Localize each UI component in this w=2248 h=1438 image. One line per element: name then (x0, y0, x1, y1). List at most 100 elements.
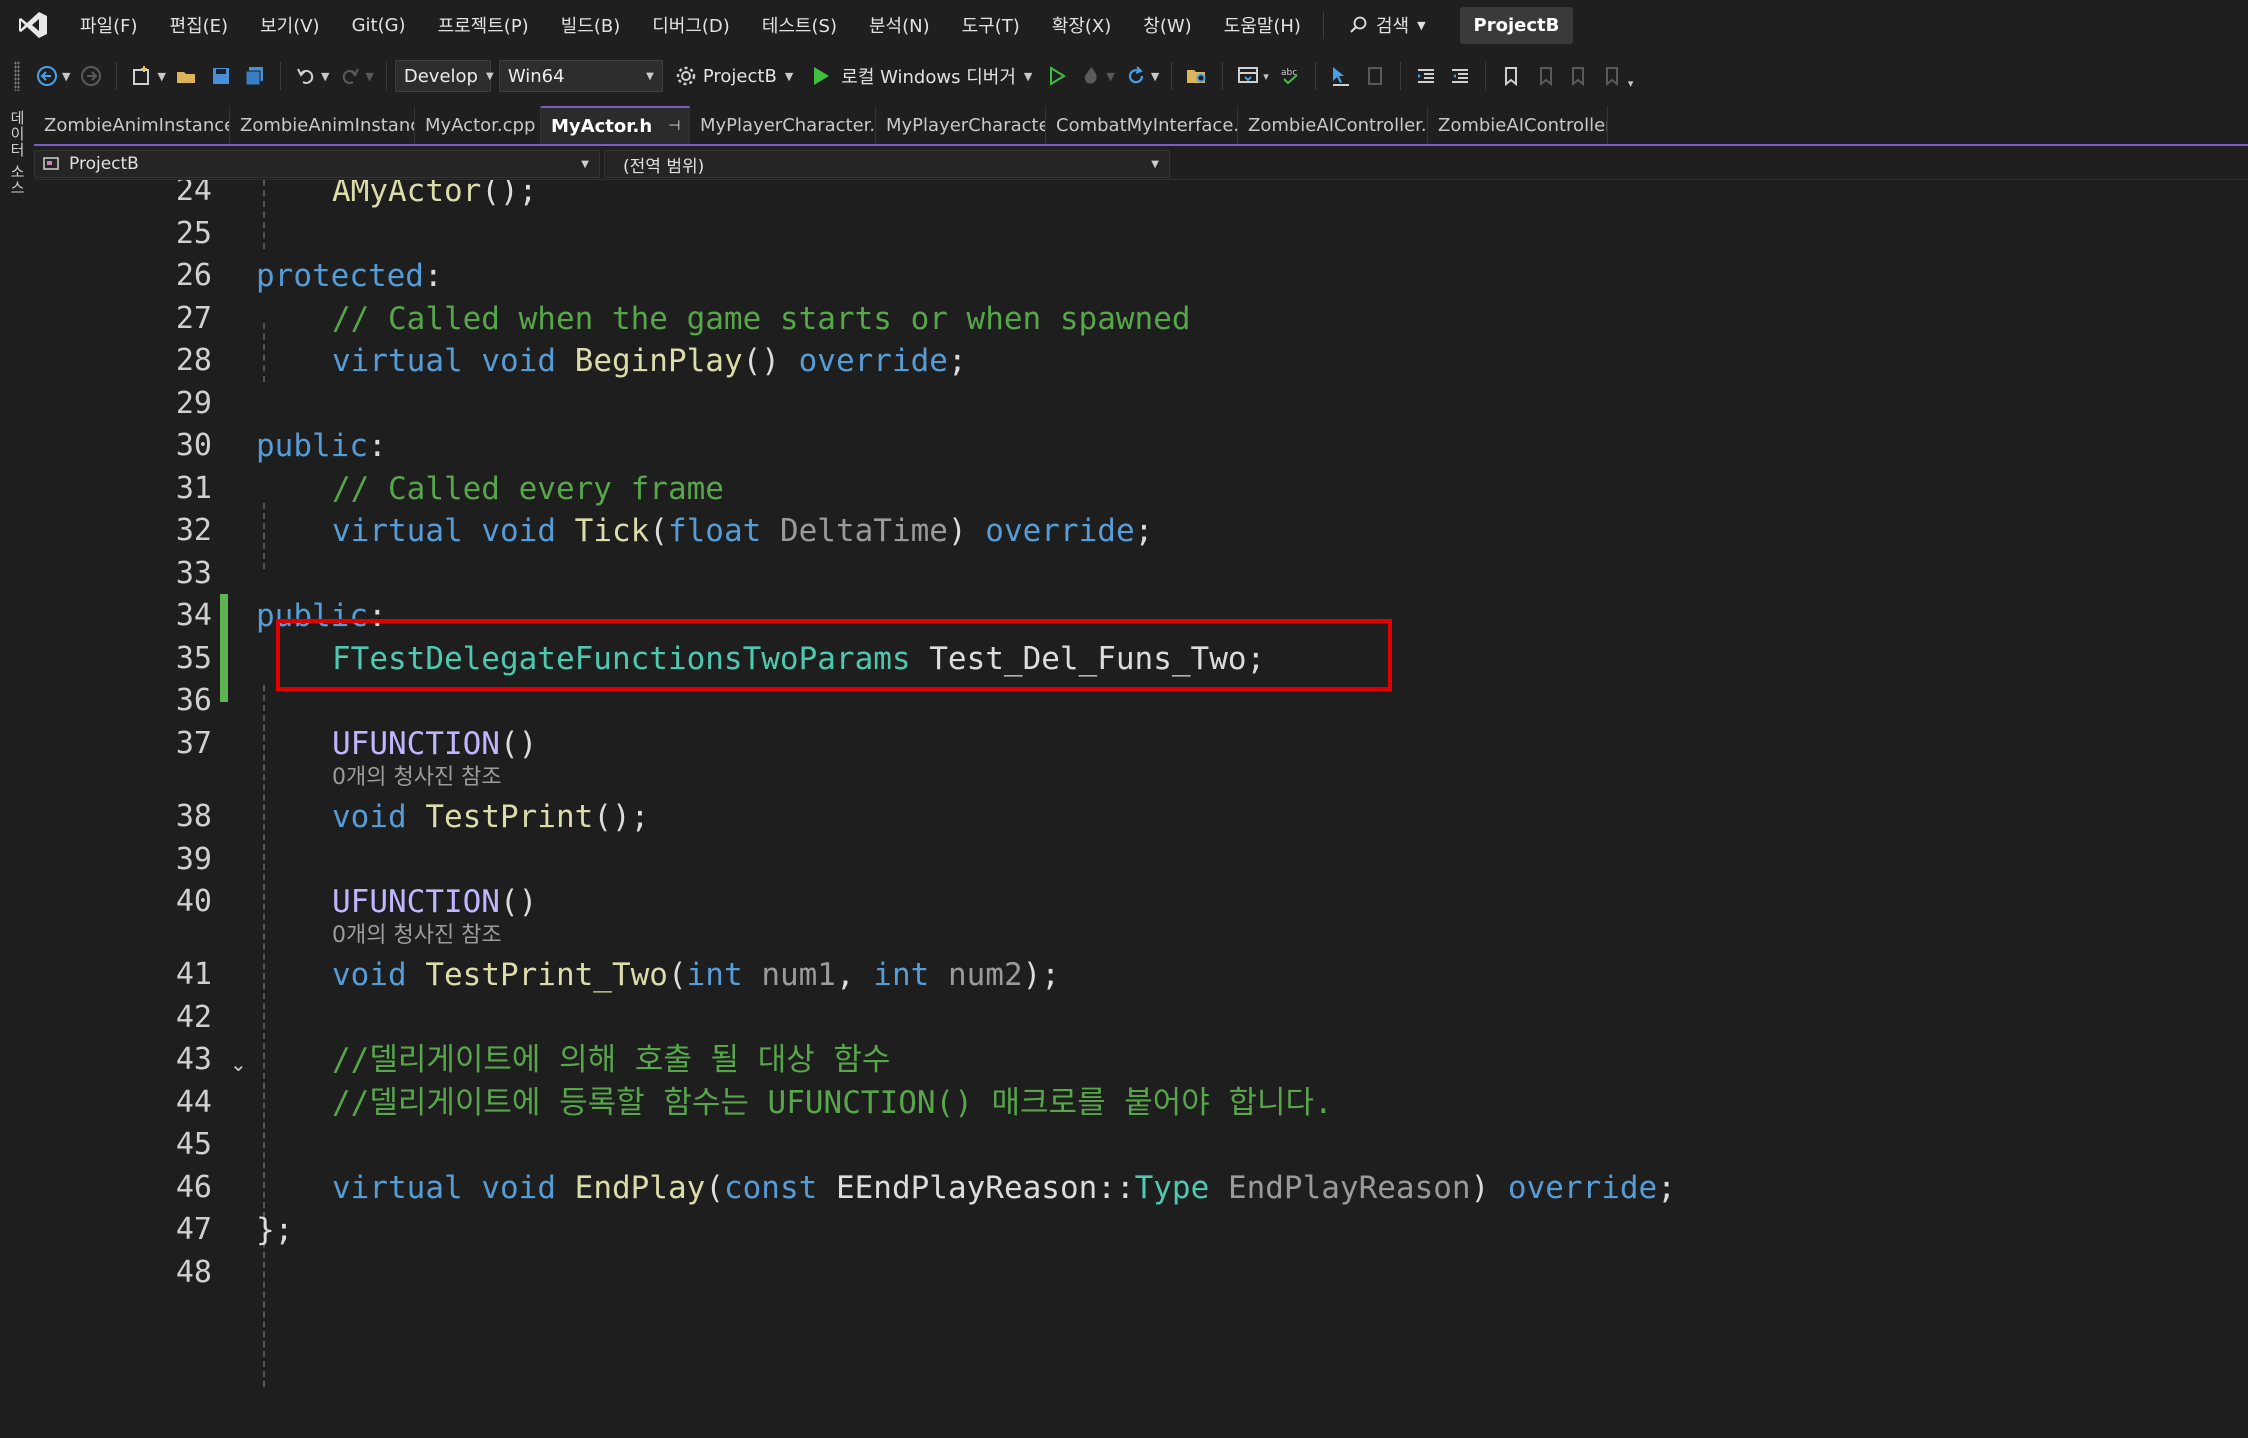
clear-bookmarks-button[interactable] (1600, 59, 1626, 93)
document-tab-bar: ZombieAnimInstance.cpp ZombieAnimInstanc… (34, 106, 2248, 146)
step-into-button[interactable] (1328, 59, 1354, 93)
menu-analyze[interactable]: 분석(N) (853, 12, 946, 38)
search-icon (1350, 16, 1367, 33)
new-item-button[interactable] (129, 59, 155, 93)
startup-project-button[interactable]: ProjectB ▼ (675, 59, 797, 93)
code-comment: //델리게이트에 의해 호출 될 대상 함수 (332, 1042, 891, 1078)
pin-icon[interactable]: ⊣ (668, 118, 680, 134)
chevron-down-icon[interactable]: ▼ (1151, 70, 1159, 83)
code-comment: // Called when the game starts or when s… (332, 301, 1191, 337)
tab-myplayercharacter-h[interactable]: MyPlayerCharacter.h (876, 106, 1046, 144)
visual-studio-logo-icon[interactable] (16, 8, 50, 42)
hot-reload-button[interactable] (1078, 59, 1104, 93)
solution-configuration-select[interactable]: Develop ▼ (394, 60, 494, 92)
forward-arrow-icon (81, 66, 102, 86)
line-number: 27 (175, 301, 212, 336)
spell-check-button[interactable]: abc (1277, 59, 1303, 93)
toggle-bookmark-button[interactable] (1498, 59, 1524, 93)
previous-bookmark-button[interactable] (1532, 59, 1558, 93)
navigate-back-button[interactable] (34, 59, 60, 93)
chevron-down-icon[interactable]: ▼ (365, 70, 373, 83)
code-token: TestPrint_Two (425, 957, 668, 993)
menu-build[interactable]: 빌드(B) (545, 12, 637, 38)
delete-comment-button[interactable] (1362, 59, 1388, 93)
tab-zombieaniminstance-cpp[interactable]: ZombieAnimInstance.cpp (34, 106, 230, 144)
blueprint-references-codelens[interactable]: 0개의 청사진 참조 (332, 764, 502, 792)
code-line: 28 virtual void BeginPlay() override; (34, 340, 2248, 382)
project-icon (43, 157, 59, 170)
code-token: virtual (332, 343, 463, 379)
tab-myactor-h[interactable]: MyActor.h ⊣ ✕ (541, 106, 690, 144)
code-line: 27 // Called when the game starts or whe… (34, 298, 2248, 340)
chevron-down-icon[interactable]: ▼ (62, 70, 70, 83)
undo-button[interactable] (293, 59, 319, 93)
code-token: num1 (761, 957, 836, 993)
code-text: virtual void Tick(float DeltaTime) overr… (332, 513, 1154, 549)
code-token: UFUNCTION (332, 726, 500, 762)
menu-git[interactable]: Git(G) (336, 15, 422, 36)
menu-debug[interactable]: 디버그(D) (636, 12, 746, 38)
code-editor[interactable]: ⌄ 24 AMyActor(); 25 26 protected: 27 // … (34, 180, 2248, 1438)
data-sources-tab[interactable]: 데이터 소스 (8, 110, 28, 196)
menu-view[interactable]: 보기(V) (244, 12, 335, 38)
blueprint-references-codelens[interactable]: 0개의 청사진 참조 (332, 922, 502, 950)
solution-platform-select[interactable]: Win64 ▼ (498, 60, 663, 92)
indent-button[interactable] (1413, 59, 1439, 93)
tab-label: MyPlayerCharacter.cpp (700, 114, 876, 136)
tab-combatmyinterface-cpp[interactable]: CombatMyInterface.cpp (1046, 106, 1238, 144)
code-line: 47 }; (34, 1209, 2248, 1251)
spell-check-icon: abc (1281, 68, 1298, 85)
save-all-button[interactable] (242, 59, 268, 93)
menu-tools[interactable]: 도구(T) (946, 12, 1036, 38)
redo-button[interactable] (337, 59, 363, 93)
line-number: 48 (175, 1255, 212, 1290)
start-debugging-button[interactable]: 로컬 Windows 디버거 ▼ (811, 59, 1036, 93)
layout-button[interactable] (1235, 59, 1261, 93)
outdent-button[interactable] (1447, 59, 1473, 93)
chevron-down-icon[interactable]: ▼ (157, 70, 165, 83)
outdent-icon (1451, 69, 1468, 83)
project-scope-value: ProjectB (69, 154, 139, 174)
tab-label: ZombieAnimInstance.cpp (44, 114, 229, 136)
tab-zombieaicontroller-h[interactable]: ZombieAIController.h (1428, 106, 1608, 144)
restart-button[interactable] (1123, 59, 1149, 93)
code-text: void TestPrint(); (332, 799, 650, 835)
start-without-debugging-button[interactable] (1044, 59, 1070, 93)
line-number: 37 (175, 726, 212, 761)
solution-name-badge[interactable]: ProjectB (1459, 6, 1574, 44)
menu-extensions[interactable]: 확장(X) (1036, 12, 1128, 38)
open-file-button[interactable] (174, 59, 200, 93)
menu-help[interactable]: 도움말(H) (1208, 12, 1317, 38)
tab-myplayercharacter-cpp[interactable]: MyPlayerCharacter.cpp (690, 106, 876, 144)
line-number: 44 (175, 1085, 212, 1120)
chevron-down-icon[interactable]: ▼ (321, 70, 329, 83)
chevron-down-icon[interactable]: ▼ (1106, 70, 1114, 83)
code-token: EndPlay (574, 1170, 706, 1206)
tab-label: CombatMyInterface.cpp (1056, 114, 1238, 136)
toolbar-grip[interactable] (14, 61, 20, 91)
code-line: 38 void TestPrint(); (34, 796, 2248, 838)
code-token: EEndPlayReason (835, 1170, 1098, 1206)
bookmark-clear-icon (1605, 67, 1618, 87)
menu-file[interactable]: 파일(F) (64, 12, 154, 38)
next-bookmark-button[interactable] (1566, 59, 1592, 93)
tab-zombieaicontroller-cpp[interactable]: ZombieAIController.cpp (1238, 106, 1428, 144)
project-scope-select[interactable]: ProjectB ▼ (34, 150, 600, 178)
browse-files-button[interactable] (1184, 59, 1210, 93)
save-button[interactable] (208, 59, 234, 93)
menu-edit[interactable]: 편집(E) (154, 12, 245, 38)
code-line: 32 virtual void Tick(float DeltaTime) ov… (34, 510, 2248, 552)
toolbar-overflow-icon[interactable]: ▾ (1628, 77, 1634, 90)
tab-myactor-cpp[interactable]: MyActor.cpp (415, 106, 541, 144)
menu-project[interactable]: 프로젝트(P) (422, 12, 545, 38)
chevron-down-icon[interactable]: ▾ (1263, 70, 1269, 83)
menu-window[interactable]: 창(W) (1127, 12, 1207, 38)
tab-zombieaniminstance-h[interactable]: ZombieAnimInstance.h (230, 106, 415, 144)
menu-test[interactable]: 테스트(S) (746, 12, 853, 38)
code-token: EndPlayReason (1227, 1170, 1471, 1206)
search-button[interactable]: 검색 ▼ (1334, 12, 1440, 38)
member-scope-select[interactable]: (전역 범위) ▼ (604, 150, 1170, 178)
chevron-down-icon: ▼ (1151, 158, 1159, 170)
standard-toolbar: ▼ ▼ ▼ ▼ Develop ▼ Win64 ▼ ProjectB ▼ 로컬 … (0, 52, 2248, 100)
navigate-forward-button[interactable] (78, 59, 104, 93)
